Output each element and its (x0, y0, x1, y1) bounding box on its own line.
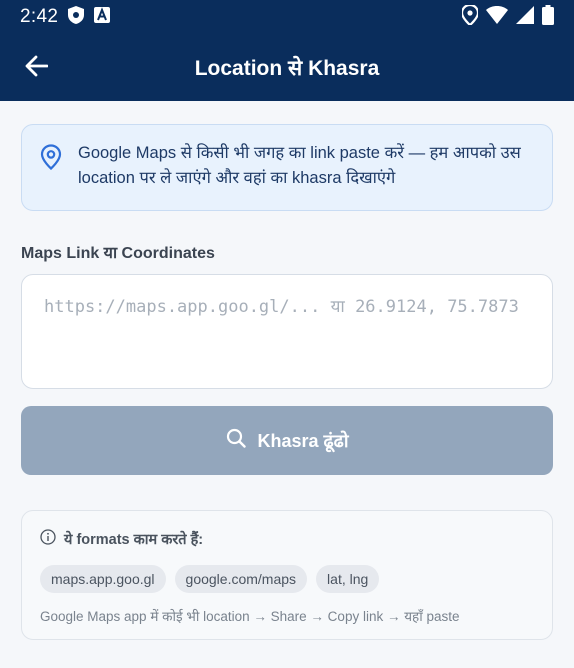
app-bar: 2:42 Location से Khasra (0, 0, 574, 101)
page-title: Location से Khasra (194, 56, 380, 80)
info-card: Google Maps से किसी भी जगह का link paste… (21, 124, 553, 211)
shield-icon (68, 5, 85, 29)
maps-link-input-box[interactable] (21, 274, 553, 389)
format-chips: maps.app.goo.gl google.com/maps lat, lng (40, 565, 534, 593)
font-icon (94, 6, 111, 28)
back-button[interactable] (18, 50, 54, 86)
map-pin-icon (40, 144, 62, 175)
arrow-left-icon (24, 55, 49, 82)
formats-heading-row: ये formats काम करते हैं: (40, 529, 534, 549)
status-bar: 2:42 (0, 0, 574, 34)
find-khasra-button[interactable]: Khasra ढूंढो (21, 406, 553, 475)
battery-icon (542, 4, 554, 30)
find-khasra-label: Khasra ढूंढो (257, 430, 349, 451)
location-icon (460, 3, 480, 30)
format-chip: google.com/maps (174, 565, 308, 593)
wifi-icon (486, 5, 508, 29)
maps-link-input[interactable] (44, 295, 530, 368)
search-icon (226, 428, 246, 453)
formats-heading: ये formats काम करते हैं: (64, 532, 204, 548)
formats-hint: Google Maps app में कोई भी location → Sh… (40, 609, 460, 624)
format-chip: maps.app.goo.gl (40, 565, 166, 593)
info-text: Google Maps से किसी भी जगह का link paste… (78, 144, 521, 187)
formats-card: ये formats काम करते हैं: maps.app.goo.gl… (21, 510, 553, 640)
input-label: Maps Link या Coordinates (21, 245, 215, 262)
info-icon (40, 529, 56, 549)
format-chip: lat, lng (316, 565, 380, 593)
status-time: 2:42 (20, 6, 59, 27)
signal-icon (516, 5, 534, 29)
toolbar: Location से Khasra (0, 34, 574, 101)
